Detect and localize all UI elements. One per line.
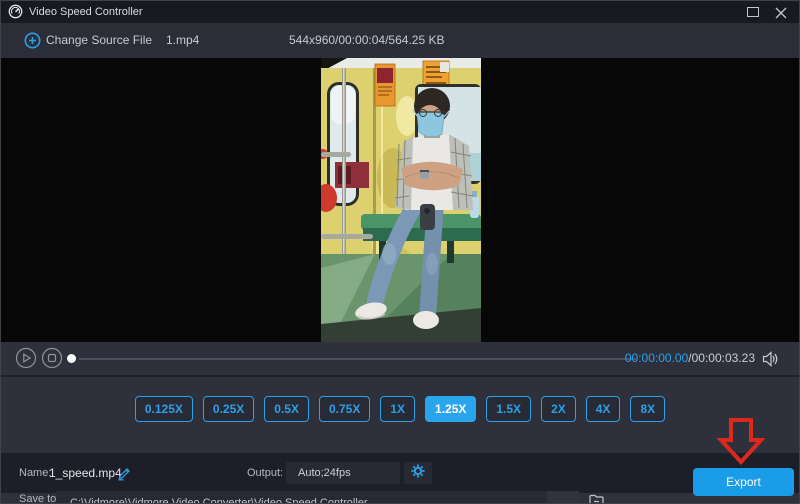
output-settings-button[interactable] bbox=[404, 462, 432, 484]
speed-0.5x-button[interactable]: 0.5X bbox=[264, 396, 309, 422]
speed-options: 0.125X 0.25X 0.5X 0.75X 1X 1.25X 1.5X 2X… bbox=[1, 377, 799, 422]
speed-1x-button[interactable]: 1X bbox=[380, 396, 415, 422]
name-label: Name: bbox=[19, 453, 51, 493]
speed-0.25x-button[interactable]: 0.25X bbox=[203, 396, 254, 422]
export-button[interactable]: Export bbox=[693, 468, 794, 496]
folder-icon[interactable] bbox=[588, 492, 606, 504]
current-time: 00:00:00.00 bbox=[625, 351, 688, 365]
speedometer-app-icon bbox=[8, 4, 23, 24]
footer-bar: Name: 1_speed.mp4 Output: Auto;24fps bbox=[1, 453, 799, 493]
save-to-label: Save to: bbox=[19, 493, 59, 504]
window-title: Video Speed Controller bbox=[29, 1, 143, 23]
pencil-icon[interactable] bbox=[117, 466, 132, 486]
gear-icon bbox=[411, 464, 425, 483]
video-frame bbox=[321, 58, 481, 342]
player-bar: 00:00:00.00/00:00:03.23 bbox=[1, 342, 799, 375]
speed-panel: 0.125X 0.25X 0.5X 0.75X 1X 1.25X 1.5X 2X… bbox=[1, 375, 799, 453]
save-path-field[interactable]: C:\Vidmore\Vidmore Video Converter\Video… bbox=[56, 491, 547, 504]
close-icon[interactable] bbox=[775, 6, 787, 24]
app-window: Video Speed Controller Change Source Fil… bbox=[0, 0, 800, 504]
speed-4x-button[interactable]: 4X bbox=[586, 396, 621, 422]
output-format-field[interactable]: Auto;24fps bbox=[286, 462, 400, 484]
title-bar: Video Speed Controller bbox=[1, 1, 799, 23]
speed-0.75x-button[interactable]: 0.75X bbox=[319, 396, 370, 422]
speed-0.125x-button[interactable]: 0.125X bbox=[135, 396, 193, 422]
volume-icon[interactable] bbox=[762, 351, 779, 372]
output-file-name: 1_speed.mp4 bbox=[49, 453, 122, 493]
add-circle-icon[interactable] bbox=[24, 32, 41, 54]
speed-2x-button[interactable]: 2X bbox=[541, 396, 576, 422]
browse-more-button[interactable]: ... bbox=[547, 491, 579, 504]
file-name: 1.mp4 bbox=[166, 23, 199, 58]
speed-1.25x-button-selected[interactable]: 1.25X bbox=[425, 396, 476, 422]
speed-8x-button[interactable]: 8X bbox=[630, 396, 665, 422]
change-source-file-button[interactable]: Change Source File bbox=[46, 23, 152, 58]
speed-1.5x-button[interactable]: 1.5X bbox=[486, 396, 531, 422]
output-label: Output: bbox=[247, 453, 283, 493]
file-info: 544x960/00:00:04/564.25 KB bbox=[289, 23, 444, 58]
play-icon[interactable] bbox=[15, 347, 37, 374]
source-toolbar: Change Source File 1.mp4 544x960/00:00:0… bbox=[1, 23, 799, 58]
maximize-icon[interactable] bbox=[747, 7, 759, 17]
total-time: /00:00:03.23 bbox=[688, 351, 755, 365]
video-stage bbox=[1, 58, 799, 342]
time-display: 00:00:00.00/00:00:03.23 bbox=[625, 342, 755, 375]
seek-bar[interactable] bbox=[79, 358, 636, 360]
seek-thumb[interactable] bbox=[67, 354, 76, 363]
stop-icon[interactable] bbox=[41, 347, 63, 374]
